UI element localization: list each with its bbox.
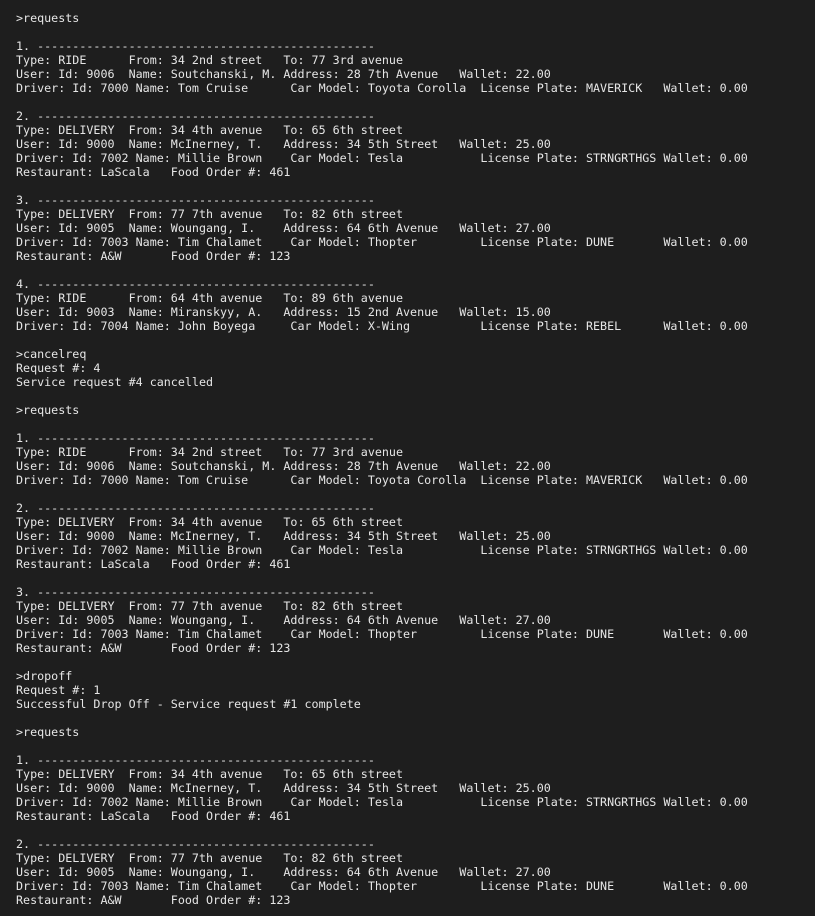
command-line: >dropoff bbox=[16, 669, 73, 683]
output-line: Restaurant: A&W Food Order #: 123 bbox=[16, 893, 291, 907]
output-line: Restaurant: LaScala Food Order #: 461 bbox=[16, 165, 291, 179]
output-line: Driver: Id: 7002 Name: Millie Brown Car … bbox=[16, 795, 748, 809]
output-line: Successful Drop Off - Service request #1… bbox=[16, 697, 361, 711]
output-line: User: Id: 9003 Name: Miranskyy, A. Addre… bbox=[16, 305, 551, 319]
output-line: 3. -------------------------------------… bbox=[16, 193, 375, 207]
output-line: Restaurant: A&W Food Order #: 123 bbox=[16, 641, 291, 655]
output-line: User: Id: 9005 Name: Woungang, I. Addres… bbox=[16, 221, 551, 235]
command-line: >cancelreq bbox=[16, 347, 87, 361]
output-line: Type: RIDE From: 34 2nd street To: 77 3r… bbox=[16, 53, 404, 67]
output-line: Driver: Id: 7004 Name: John Boyega Car M… bbox=[16, 319, 748, 333]
output-line: User: Id: 9000 Name: McInerney, T. Addre… bbox=[16, 781, 551, 795]
output-line: User: Id: 9005 Name: Woungang, I. Addres… bbox=[16, 865, 551, 879]
output-line: Type: DELIVERY From: 77 7th avenue To: 8… bbox=[16, 599, 404, 613]
output-line: Type: RIDE From: 34 2nd street To: 77 3r… bbox=[16, 445, 404, 459]
output-line: 3. -------------------------------------… bbox=[16, 585, 375, 599]
output-line: Driver: Id: 7002 Name: Millie Brown Car … bbox=[16, 151, 748, 165]
command-line: >requests bbox=[16, 403, 80, 417]
output-line: 1. -------------------------------------… bbox=[16, 753, 375, 767]
output-line: Restaurant: LaScala Food Order #: 461 bbox=[16, 557, 291, 571]
output-line: Service request #4 cancelled bbox=[16, 375, 214, 389]
output-line: User: Id: 9006 Name: Soutchanski, M. Add… bbox=[16, 67, 551, 81]
output-line: Type: DELIVERY From: 34 4th avenue To: 6… bbox=[16, 515, 404, 529]
output-line: 1. -------------------------------------… bbox=[16, 431, 375, 445]
output-line: Type: DELIVERY From: 77 7th avenue To: 8… bbox=[16, 207, 404, 221]
output-line: 2. -------------------------------------… bbox=[16, 501, 375, 515]
output-line: Type: RIDE From: 64 4th avenue To: 89 6t… bbox=[16, 291, 404, 305]
output-line: Driver: Id: 7003 Name: Tim Chalamet Car … bbox=[16, 879, 748, 893]
output-line: User: Id: 9006 Name: Soutchanski, M. Add… bbox=[16, 459, 551, 473]
output-line: Type: DELIVERY From: 34 4th avenue To: 6… bbox=[16, 123, 404, 137]
output-line: 4. -------------------------------------… bbox=[16, 277, 375, 291]
output-line: Driver: Id: 7003 Name: Tim Chalamet Car … bbox=[16, 627, 748, 641]
output-line: 1. -------------------------------------… bbox=[16, 39, 375, 53]
output-line: User: Id: 9005 Name: Woungang, I. Addres… bbox=[16, 613, 551, 627]
output-line: Request #: 4 bbox=[16, 361, 101, 375]
output-line: Driver: Id: 7000 Name: Tom Cruise Car Mo… bbox=[16, 473, 748, 487]
output-line: 2. -------------------------------------… bbox=[16, 109, 375, 123]
command-line: >requests bbox=[16, 11, 80, 25]
output-line: Type: DELIVERY From: 77 7th avenue To: 8… bbox=[16, 851, 404, 865]
output-line: User: Id: 9000 Name: McInerney, T. Addre… bbox=[16, 137, 551, 151]
terminal-output[interactable]: >requests 1. ----------------------------… bbox=[0, 0, 815, 916]
command-line: >requests bbox=[16, 725, 80, 739]
output-line: Driver: Id: 7002 Name: Millie Brown Car … bbox=[16, 543, 748, 557]
output-line: Restaurant: LaScala Food Order #: 461 bbox=[16, 809, 291, 823]
output-line: Request #: 1 bbox=[16, 683, 101, 697]
output-line: User: Id: 9000 Name: McInerney, T. Addre… bbox=[16, 529, 551, 543]
output-line: 2. -------------------------------------… bbox=[16, 837, 375, 851]
output-line: Restaurant: A&W Food Order #: 123 bbox=[16, 249, 291, 263]
output-line: Type: DELIVERY From: 34 4th avenue To: 6… bbox=[16, 767, 404, 781]
output-line: Driver: Id: 7003 Name: Tim Chalamet Car … bbox=[16, 235, 748, 249]
output-line: Driver: Id: 7000 Name: Tom Cruise Car Mo… bbox=[16, 81, 748, 95]
